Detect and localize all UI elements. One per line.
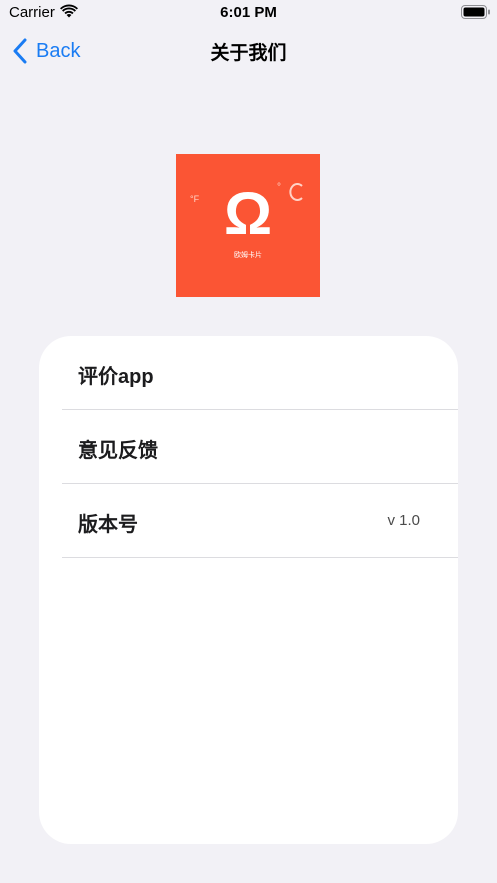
menu-item-label: 评价app <box>78 366 154 388</box>
menu-list: 评价app 意见反馈 版本号 v 1.0 <box>62 336 458 558</box>
battery-icon <box>461 5 490 19</box>
status-time: 6:01 PM <box>220 4 277 21</box>
navigation-bar: Back 关于我们 <box>0 26 497 76</box>
status-bar: Carrier 6:01 PM <box>0 0 497 26</box>
menu-item-feedback[interactable]: 意见反馈 <box>62 410 458 484</box>
about-menu-card: 评价app 意见反馈 版本号 v 1.0 <box>39 336 458 844</box>
menu-item-rate-app[interactable]: 评价app <box>62 336 458 410</box>
omega-symbol: Ω <box>223 180 273 247</box>
page-title: 关于我们 <box>210 43 287 64</box>
app-logo: °F ° Ω 欧姆卡片 <box>176 154 320 297</box>
version-value: v 1.0 <box>387 512 420 529</box>
logo-caption: 欧姆卡片 <box>234 252 262 259</box>
menu-item-label: 版本号 <box>78 514 138 536</box>
menu-item-version[interactable]: 版本号 v 1.0 <box>62 484 458 558</box>
menu-item-label: 意见反馈 <box>78 440 158 462</box>
